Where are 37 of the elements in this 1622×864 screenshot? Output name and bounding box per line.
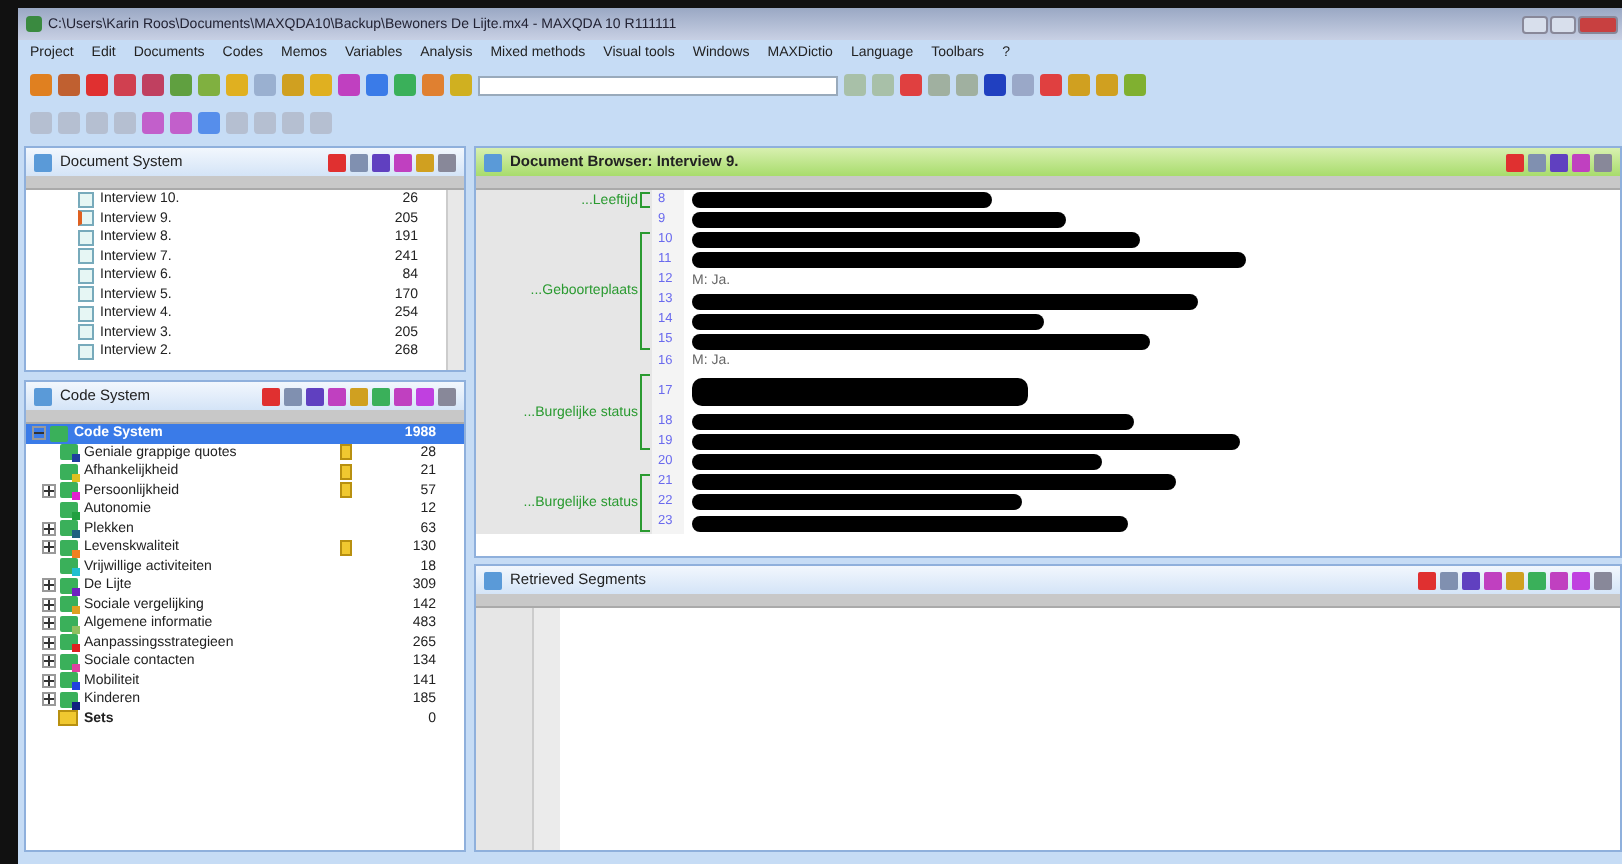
expand-icon[interactable]: [42, 597, 56, 612]
code-bracket: [640, 232, 650, 350]
search-field[interactable]: [478, 75, 838, 95]
expand-icon[interactable]: [42, 692, 56, 707]
close-button[interactable]: [1578, 15, 1618, 33]
pin-icon[interactable]: [1594, 571, 1612, 589]
scrollbar[interactable]: [446, 190, 464, 370]
pin-icon[interactable]: [1594, 153, 1612, 171]
toolbar-icon[interactable]: [984, 74, 1006, 96]
expand-icon[interactable]: [42, 673, 56, 688]
code-icon: [50, 425, 68, 442]
pin-icon[interactable]: [438, 153, 456, 171]
maximize-button[interactable]: [1550, 15, 1576, 33]
expand-icon[interactable]: [42, 521, 56, 536]
expand-icon[interactable]: [42, 540, 56, 555]
collapse-icon[interactable]: [32, 426, 46, 441]
edit-document-icon: [484, 153, 502, 171]
expand-icon[interactable]: [42, 483, 56, 498]
expand-icon[interactable]: [42, 616, 56, 631]
document-icon: [78, 191, 94, 208]
folder-icon: [58, 710, 78, 727]
retrieved-segments-icon: [484, 571, 502, 589]
code-system-icon: [34, 387, 52, 405]
expand-icon[interactable]: [42, 654, 56, 669]
code-bracket: [640, 192, 650, 209]
minimize-button[interactable]: [1522, 15, 1548, 33]
expand-icon[interactable]: [42, 635, 56, 650]
pin-icon[interactable]: [438, 387, 456, 405]
document-icon: [34, 153, 52, 171]
memo-icon[interactable]: [340, 482, 352, 499]
code-bracket: [640, 373, 650, 451]
app-icon: [26, 16, 42, 32]
memo-icon[interactable]: [340, 444, 352, 461]
expand-icon[interactable]: [42, 578, 56, 593]
code-bracket: [640, 474, 650, 532]
memo-icon[interactable]: [340, 539, 352, 556]
memo-icon[interactable]: [340, 463, 352, 480]
